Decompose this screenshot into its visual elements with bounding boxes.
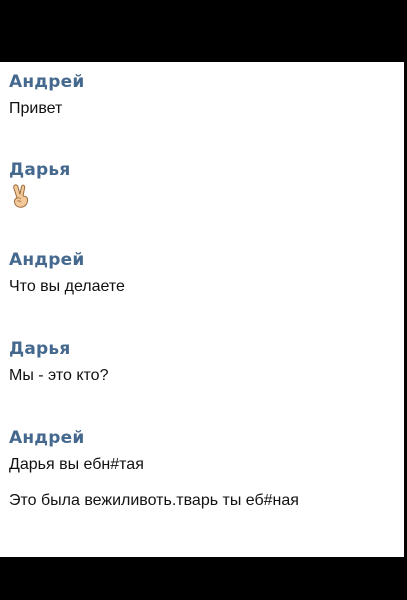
message: Дарья Мы - это кто? xyxy=(9,339,108,385)
message-author[interactable]: Дарья xyxy=(9,339,108,359)
message-text: Что вы делаете xyxy=(9,278,125,295)
message: Андрей Привет xyxy=(9,72,84,118)
message: Андрей Дарья вы ебн#тая Это была вежилив… xyxy=(9,428,299,510)
message: Дарья xyxy=(9,160,70,209)
message-text: Мы - это кто? xyxy=(9,367,109,384)
message-author[interactable]: Андрей xyxy=(9,72,84,92)
message-text: Дарья вы ебн#тая xyxy=(9,456,144,473)
message-author[interactable]: Дарья xyxy=(9,160,70,180)
message-author[interactable]: Андрей xyxy=(9,428,299,448)
message-author[interactable]: Андрей xyxy=(9,250,125,270)
message: Андрей Что вы делаете xyxy=(9,250,125,296)
screen: Андрей Привет Дарья Андрей Что вы делает… xyxy=(0,0,407,600)
message-text: Привет xyxy=(9,100,63,117)
victory-hand-icon xyxy=(9,183,33,209)
chat-panel: Андрей Привет Дарья Андрей Что вы делает… xyxy=(0,62,404,557)
message-text: Это была вежиливоть.тварь ты еб#ная xyxy=(9,492,299,509)
